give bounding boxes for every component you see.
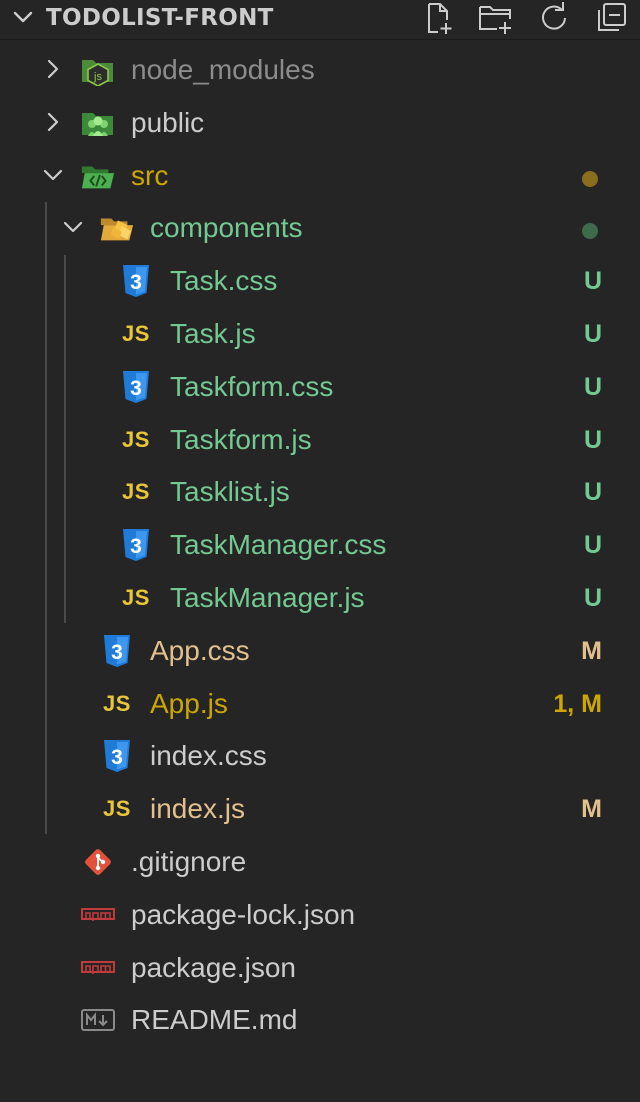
css-file-icon: 3: [118, 264, 154, 298]
src-folder-icon: [80, 159, 116, 193]
tree-item-label: Task.css: [170, 265, 278, 297]
tree-file-row[interactable]: JS index.js M: [0, 783, 640, 836]
tree-item-label: TaskManager.css: [170, 529, 387, 561]
tree-item-label: components: [150, 212, 303, 244]
svg-text:3: 3: [111, 746, 123, 769]
git-status-dot: [582, 170, 598, 187]
nodejs-folder-icon: js: [80, 53, 116, 87]
new-folder-icon[interactable]: [478, 0, 514, 36]
git-status-badge: U: [583, 372, 602, 401]
tree-item-label: Task.js: [170, 318, 256, 349]
css-file-icon: 3: [118, 370, 154, 404]
js-file-icon: JS: [122, 585, 150, 610]
file-explorer: TODOLIST-FRONT js node_modules public sr…: [0, 0, 640, 1102]
tree-file-row[interactable]: JS TaskManager.js U: [0, 572, 640, 625]
git-status-badge: U: [583, 425, 602, 454]
css-file-icon: 3: [99, 634, 135, 668]
tree-file-row[interactable]: 3 index.css: [0, 730, 640, 783]
tree-item-label: Taskform.css: [170, 370, 334, 402]
tree-item-label: package-lock.json: [131, 898, 356, 930]
svg-text:3: 3: [111, 641, 123, 664]
svg-text:3: 3: [130, 535, 142, 558]
tree-item-label: index.css: [150, 740, 267, 772]
git-status-badge: M: [581, 795, 602, 824]
chevron-right-icon[interactable]: [40, 109, 66, 135]
git-status-badge: U: [583, 478, 602, 507]
new-file-icon[interactable]: [420, 0, 456, 36]
public-folder-icon: [80, 106, 116, 140]
tree-item-label: TaskManager.js: [170, 582, 365, 613]
css-file-icon: 3: [118, 528, 154, 562]
tree-item-label: node_modules: [131, 54, 315, 85]
tree-file-row[interactable]: JS App.js 1, M: [0, 678, 640, 731]
collapse-all-icon[interactable]: [594, 0, 630, 36]
tree-file-row[interactable]: JS Taskform.js U: [0, 414, 640, 467]
npm-file-icon: [80, 951, 116, 985]
git-status-badge: U: [583, 320, 602, 348]
git-status-dot: [582, 223, 598, 240]
tree-file-row[interactable]: 3 TaskManager.css U: [0, 519, 640, 572]
tree-item-label: Tasklist.js: [170, 476, 290, 508]
tree-item-label: README.md: [131, 1004, 298, 1036]
components-folder-icon: [99, 211, 135, 245]
git-status-badge: 1, M: [553, 689, 602, 718]
explorer-actions: [420, 0, 630, 36]
tree-file-row[interactable]: 3 Taskform.css U: [0, 361, 640, 414]
tree-item-label: package.json: [131, 951, 297, 983]
tree-file-row[interactable]: 3 App.css M: [0, 625, 640, 678]
svg-text:js: js: [93, 71, 102, 83]
tree-file-row[interactable]: .gitignore: [0, 836, 640, 889]
npm-file-icon: [80, 898, 116, 932]
git-status-badge: U: [583, 267, 602, 296]
chevron-down-icon[interactable]: [60, 214, 86, 240]
chevron-down-icon[interactable]: [8, 2, 38, 32]
js-file-icon: JS: [103, 796, 131, 822]
css-file-icon: 3: [99, 739, 135, 773]
tree-file-row[interactable]: 3 Task.css U: [0, 255, 640, 308]
tree-folder-row[interactable]: components: [0, 202, 640, 255]
svg-text:3: 3: [130, 271, 142, 294]
tree-folder-row[interactable]: js node_modules: [0, 44, 640, 97]
tree-item-label: public: [131, 106, 205, 138]
git-status-badge: U: [583, 584, 602, 612]
js-file-icon: JS: [122, 426, 150, 452]
git-status-badge: U: [583, 531, 602, 560]
tree-item-label: .gitignore: [131, 846, 247, 877]
tree-item-label: src: [131, 159, 169, 191]
tree-file-row[interactable]: README.md: [0, 994, 640, 1047]
js-file-icon: JS: [103, 690, 131, 716]
tree-item-label: index.js: [150, 793, 245, 825]
svg-text:3: 3: [130, 377, 142, 400]
tree-file-row[interactable]: JS Task.js U: [0, 308, 640, 361]
refresh-icon[interactable]: [536, 0, 572, 36]
tree-file-row[interactable]: package.json: [0, 942, 640, 995]
explorer-header[interactable]: TODOLIST-FRONT: [0, 0, 640, 40]
tree-folder-row[interactable]: src: [0, 150, 640, 203]
js-file-icon: JS: [122, 479, 150, 505]
js-file-icon: JS: [122, 321, 150, 346]
tree-file-row[interactable]: JS Tasklist.js U: [0, 466, 640, 519]
git-status-badge: M: [581, 636, 602, 665]
tree-item-label: App.js: [150, 687, 228, 719]
explorer-title: TODOLIST-FRONT: [46, 5, 274, 31]
tree-folder-row[interactable]: public: [0, 97, 640, 150]
chevron-right-icon[interactable]: [40, 56, 66, 82]
chevron-down-icon[interactable]: [40, 162, 66, 188]
tree-item-label: Taskform.js: [170, 423, 312, 455]
tree-file-row[interactable]: package-lock.json: [0, 889, 640, 942]
git-file-icon: [80, 845, 116, 879]
tree-item-label: App.css: [150, 634, 250, 666]
markdown-file-icon: [80, 1003, 116, 1037]
